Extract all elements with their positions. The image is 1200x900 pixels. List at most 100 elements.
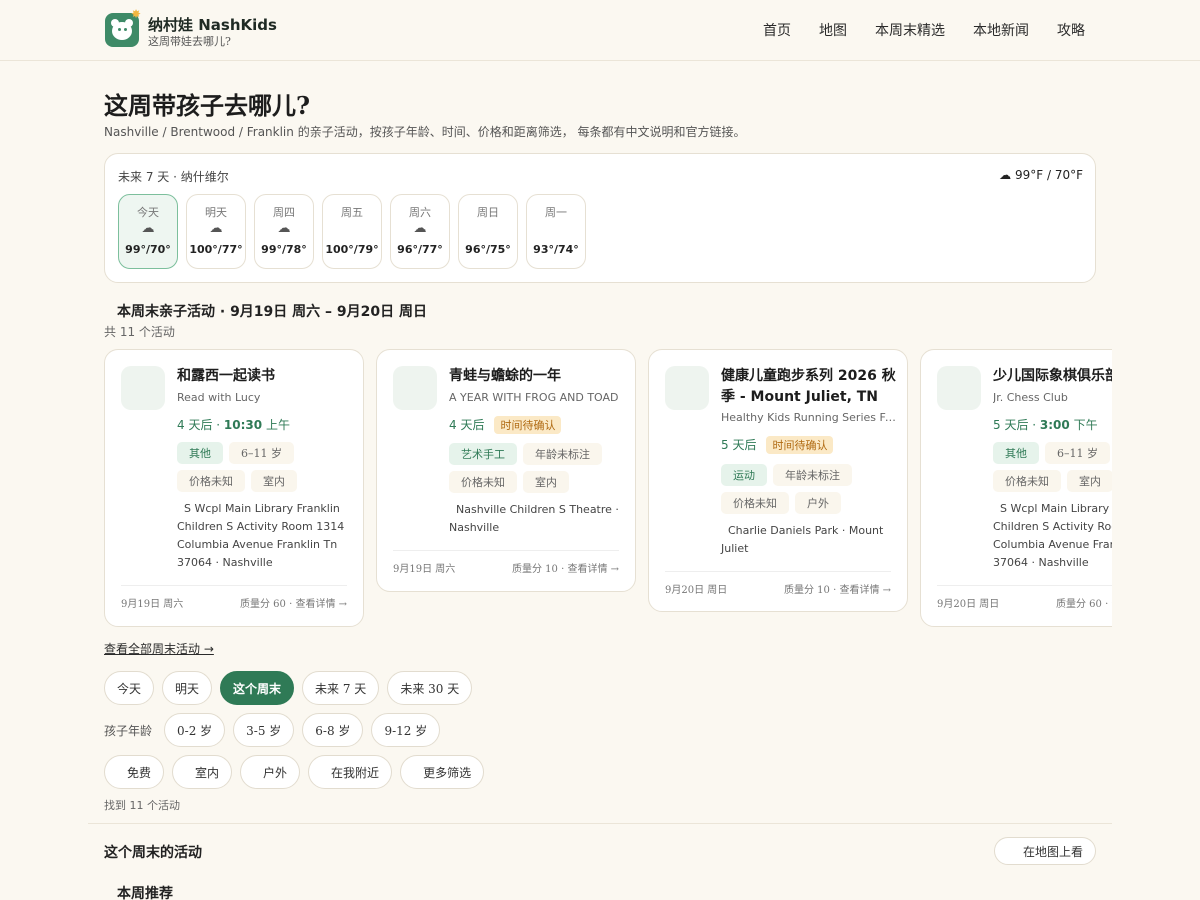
time-filter: 今天 明天 这个周末 未来 7 天未来 30 天 <box>104 671 473 705</box>
event-card[interactable]: 健康儿童跑步系列 2026 秋季 - Mount Juliet, TN Healt… <box>648 349 908 612</box>
event-ampm: 下午 <box>1073 418 1098 432</box>
event-footer: 9月20日 周日 质量分 60 · 查看详情 → <box>937 585 1112 610</box>
event-details-link[interactable]: 质量分 10 · 查看详情 → <box>784 581 891 596</box>
age-chip[interactable]: 9-12 岁 <box>371 713 441 747</box>
event-clock: 10:30 <box>223 418 263 432</box>
event-subtitle: Jr. Chess Club <box>993 391 1068 404</box>
weather-day-temp: 93°/74° <box>533 243 579 256</box>
main-nav: 首页 地图 本周末精选 本地新闻 攻略 <box>763 20 1085 40</box>
location-pin-icon <box>449 503 456 516</box>
event-tag: 室内 <box>251 470 297 492</box>
event-tags: 艺术手工 年龄未标注 价格未知 室内 <box>449 443 629 493</box>
time-chip[interactable]: 明天 <box>162 671 213 705</box>
age-chip[interactable]: 0-2 岁 <box>164 713 226 747</box>
time-chip[interactable]: 今天 <box>104 671 155 705</box>
event-carousel[interactable]: 和露西一起读书 Read with Lucy 4 天后 · 10:30 上午 其他 6–… <box>104 349 1112 629</box>
event-date: 9月20日 周日 <box>937 599 1000 610</box>
event-details-link[interactable]: 质量分 60 · 查看详情 → <box>1056 595 1112 610</box>
brand-title[interactable]: 纳村娃 NashKids <box>148 14 277 35</box>
weather-day[interactable]: 周五 100°/79° <box>322 194 382 269</box>
event-footer: 9月19日 周六 质量分 60 · 查看详情 → <box>121 585 347 610</box>
event-details-link[interactable]: 质量分 60 · 查看详情 → <box>240 595 347 610</box>
filter-chip[interactable]: 在我附近 <box>308 755 393 789</box>
time-chip[interactable]: 未来 7 天 <box>302 671 380 705</box>
weather-day[interactable]: 周六 ☁ 96°/77° <box>390 194 450 269</box>
event-card[interactable]: 青蛙与蟾蜍的一年 A YEAR WITH FROG AND TOAD 4 天后 时间待… <box>376 349 636 592</box>
event-address-text: S Wcpl Main Library Franklin Children S … <box>177 502 345 569</box>
weekend-count: 共 11 个活动 <box>104 325 175 339</box>
filter-chip[interactable]: 室内 <box>172 755 233 789</box>
bear-icon <box>112 22 132 40</box>
event-tag: 价格未知 <box>993 470 1061 492</box>
extra-filters: 免费 室内 户外 在我附近 更多筛选 <box>104 755 485 789</box>
time-chip[interactable]: 未来 30 天 <box>387 671 473 705</box>
event-time: 4 天后 时间待确认 <box>449 416 562 434</box>
weather-day-temp: 99°/78° <box>261 243 307 256</box>
event-thumbnail <box>665 366 709 410</box>
see-all-weekend-link[interactable]: 查看全部周末活动 → <box>104 640 214 657</box>
nav-guides[interactable]: 攻略 <box>1057 20 1085 40</box>
filter-chip-label: 更多筛选 <box>423 765 472 780</box>
weather-day-name: 周四 <box>273 206 295 219</box>
cloud-icon: ☁ <box>141 221 155 236</box>
weekend-section-title: 本周末亲子活动 · 9月19日 周六 – 9月20日 周日 <box>117 304 428 320</box>
weather-day-temp: 96°/75° <box>465 243 511 256</box>
page-title: 这周带孩子去哪儿? <box>104 91 311 120</box>
event-tag: 其他 <box>993 442 1039 464</box>
event-footer: 9月19日 周六 质量分 10 · 查看详情 → <box>393 550 619 575</box>
event-time: 4 天后 · 10:30 上午 <box>177 418 290 432</box>
time-chip[interactable]: 这个周末 <box>220 671 295 705</box>
age-chip[interactable]: 6-8 岁 <box>302 713 364 747</box>
event-subtitle: A YEAR WITH FROG AND TOAD <box>449 391 619 404</box>
event-address: S Wcpl Main Library Franklin Children S … <box>177 500 355 572</box>
event-address-text: Charlie Daniels Park · Mount Juliet <box>721 524 884 555</box>
location-pin-icon <box>993 502 1000 515</box>
cloud-icon: ☁ <box>209 221 223 236</box>
view-on-map-button[interactable]: 在地图上看 <box>994 837 1096 865</box>
event-clock: 3:00 <box>1039 418 1070 432</box>
weather-day[interactable]: 周四 ☁ 99°/78° <box>254 194 314 269</box>
filter-chip[interactable]: 更多筛选 <box>400 755 485 789</box>
nav-map[interactable]: 地图 <box>819 20 847 40</box>
event-title[interactable]: 少儿国际象棋俱乐部 <box>993 366 1112 387</box>
event-tags: 其他 6–11 岁价格未知 室内 <box>177 442 357 492</box>
age-filter-label: 孩子年龄 <box>104 723 153 738</box>
nav-local-news[interactable]: 本地新闻 <box>973 20 1029 40</box>
logo[interactable]: ✸ <box>105 7 141 47</box>
event-details-link[interactable]: 质量分 10 · 查看详情 → <box>512 560 619 575</box>
weather-day[interactable]: 今天 ☁ 99°/70° <box>118 194 178 269</box>
event-footer: 9月20日 周日 质量分 10 · 查看详情 → <box>665 571 891 596</box>
event-title[interactable]: 健康儿童跑步系列 2026 秋季 - Mount Juliet, TN <box>721 366 896 408</box>
filter-chip[interactable]: 户外 <box>240 755 301 789</box>
event-tag: 运动 <box>721 464 767 486</box>
event-when: 4 天后 <box>177 418 213 432</box>
nav-weekend-picks[interactable]: 本周末精选 <box>875 20 945 40</box>
event-tag: 年龄未标注 <box>523 443 602 465</box>
event-card[interactable]: 少儿国际象棋俱乐部 Jr. Chess Club 5 天后 · 3:00 下午 其他 6… <box>920 349 1112 627</box>
event-thumbnail <box>121 366 165 410</box>
event-tag: 价格未知 <box>177 470 245 492</box>
nav-home[interactable]: 首页 <box>763 20 791 40</box>
event-date: 9月20日 周日 <box>665 585 728 596</box>
event-when: 5 天后 <box>993 418 1029 432</box>
location-pin-icon <box>177 502 184 515</box>
location-pin-icon <box>721 524 728 537</box>
weather-day-temp: 99°/70° <box>125 243 171 256</box>
page-description: Nashville / Brentwood / Franklin 的亲子活动，按… <box>104 125 746 139</box>
weather-day-temp: 100°/79° <box>325 243 379 256</box>
weather-day[interactable]: 周一 93°/74° <box>526 194 586 269</box>
event-address-text: S Wcpl Main Library Franklin Children S … <box>993 502 1112 569</box>
weather-day-name: 周日 <box>477 206 499 219</box>
site-header: ✸ 纳村娃 NashKids 这周带娃去哪儿? 首页 地图 本周末精选 本地新闻… <box>0 0 1200 61</box>
event-when: 4 天后 <box>449 418 485 432</box>
filter-chip[interactable]: 免费 <box>104 755 165 789</box>
age-chip[interactable]: 3-5 岁 <box>233 713 295 747</box>
event-address: S Wcpl Main Library Franklin Children S … <box>993 500 1112 572</box>
weather-day[interactable]: 明天 ☁ 100°/77° <box>186 194 246 269</box>
event-title[interactable]: 青蛙与蟾蜍的一年 <box>449 366 624 387</box>
weather-day-name: 周一 <box>545 206 567 219</box>
event-title[interactable]: 和露西一起读书 <box>177 366 352 387</box>
weather-day[interactable]: 周日 96°/75° <box>458 194 518 269</box>
weather-day-name: 今天 <box>137 206 159 219</box>
event-card[interactable]: 和露西一起读书 Read with Lucy 4 天后 · 10:30 上午 其他 6–… <box>104 349 364 627</box>
